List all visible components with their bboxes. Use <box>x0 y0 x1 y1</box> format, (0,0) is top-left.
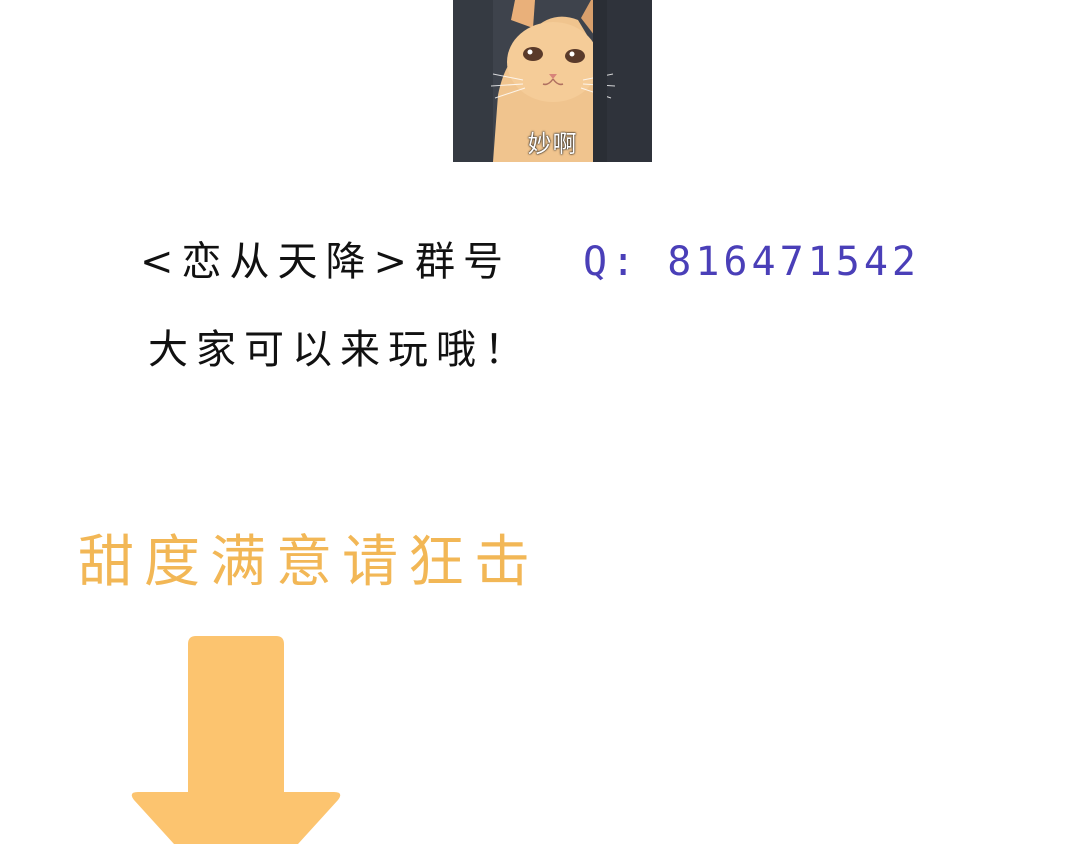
invite-text: 大家可以来玩哦！ <box>148 327 532 373</box>
down-arrow-icon <box>128 636 344 848</box>
qq-number: Q: 816471542 <box>583 239 920 285</box>
group-number-line: <恋从天降>群号 Q: 816471542 <box>140 239 916 285</box>
cat-meme-image: 妙啊 <box>453 0 652 162</box>
group-label: <恋从天降>群号 <box>140 239 512 285</box>
meme-caption: 妙啊 <box>527 130 578 158</box>
sweetness-text: 甜度满意请狂击 <box>78 530 540 595</box>
